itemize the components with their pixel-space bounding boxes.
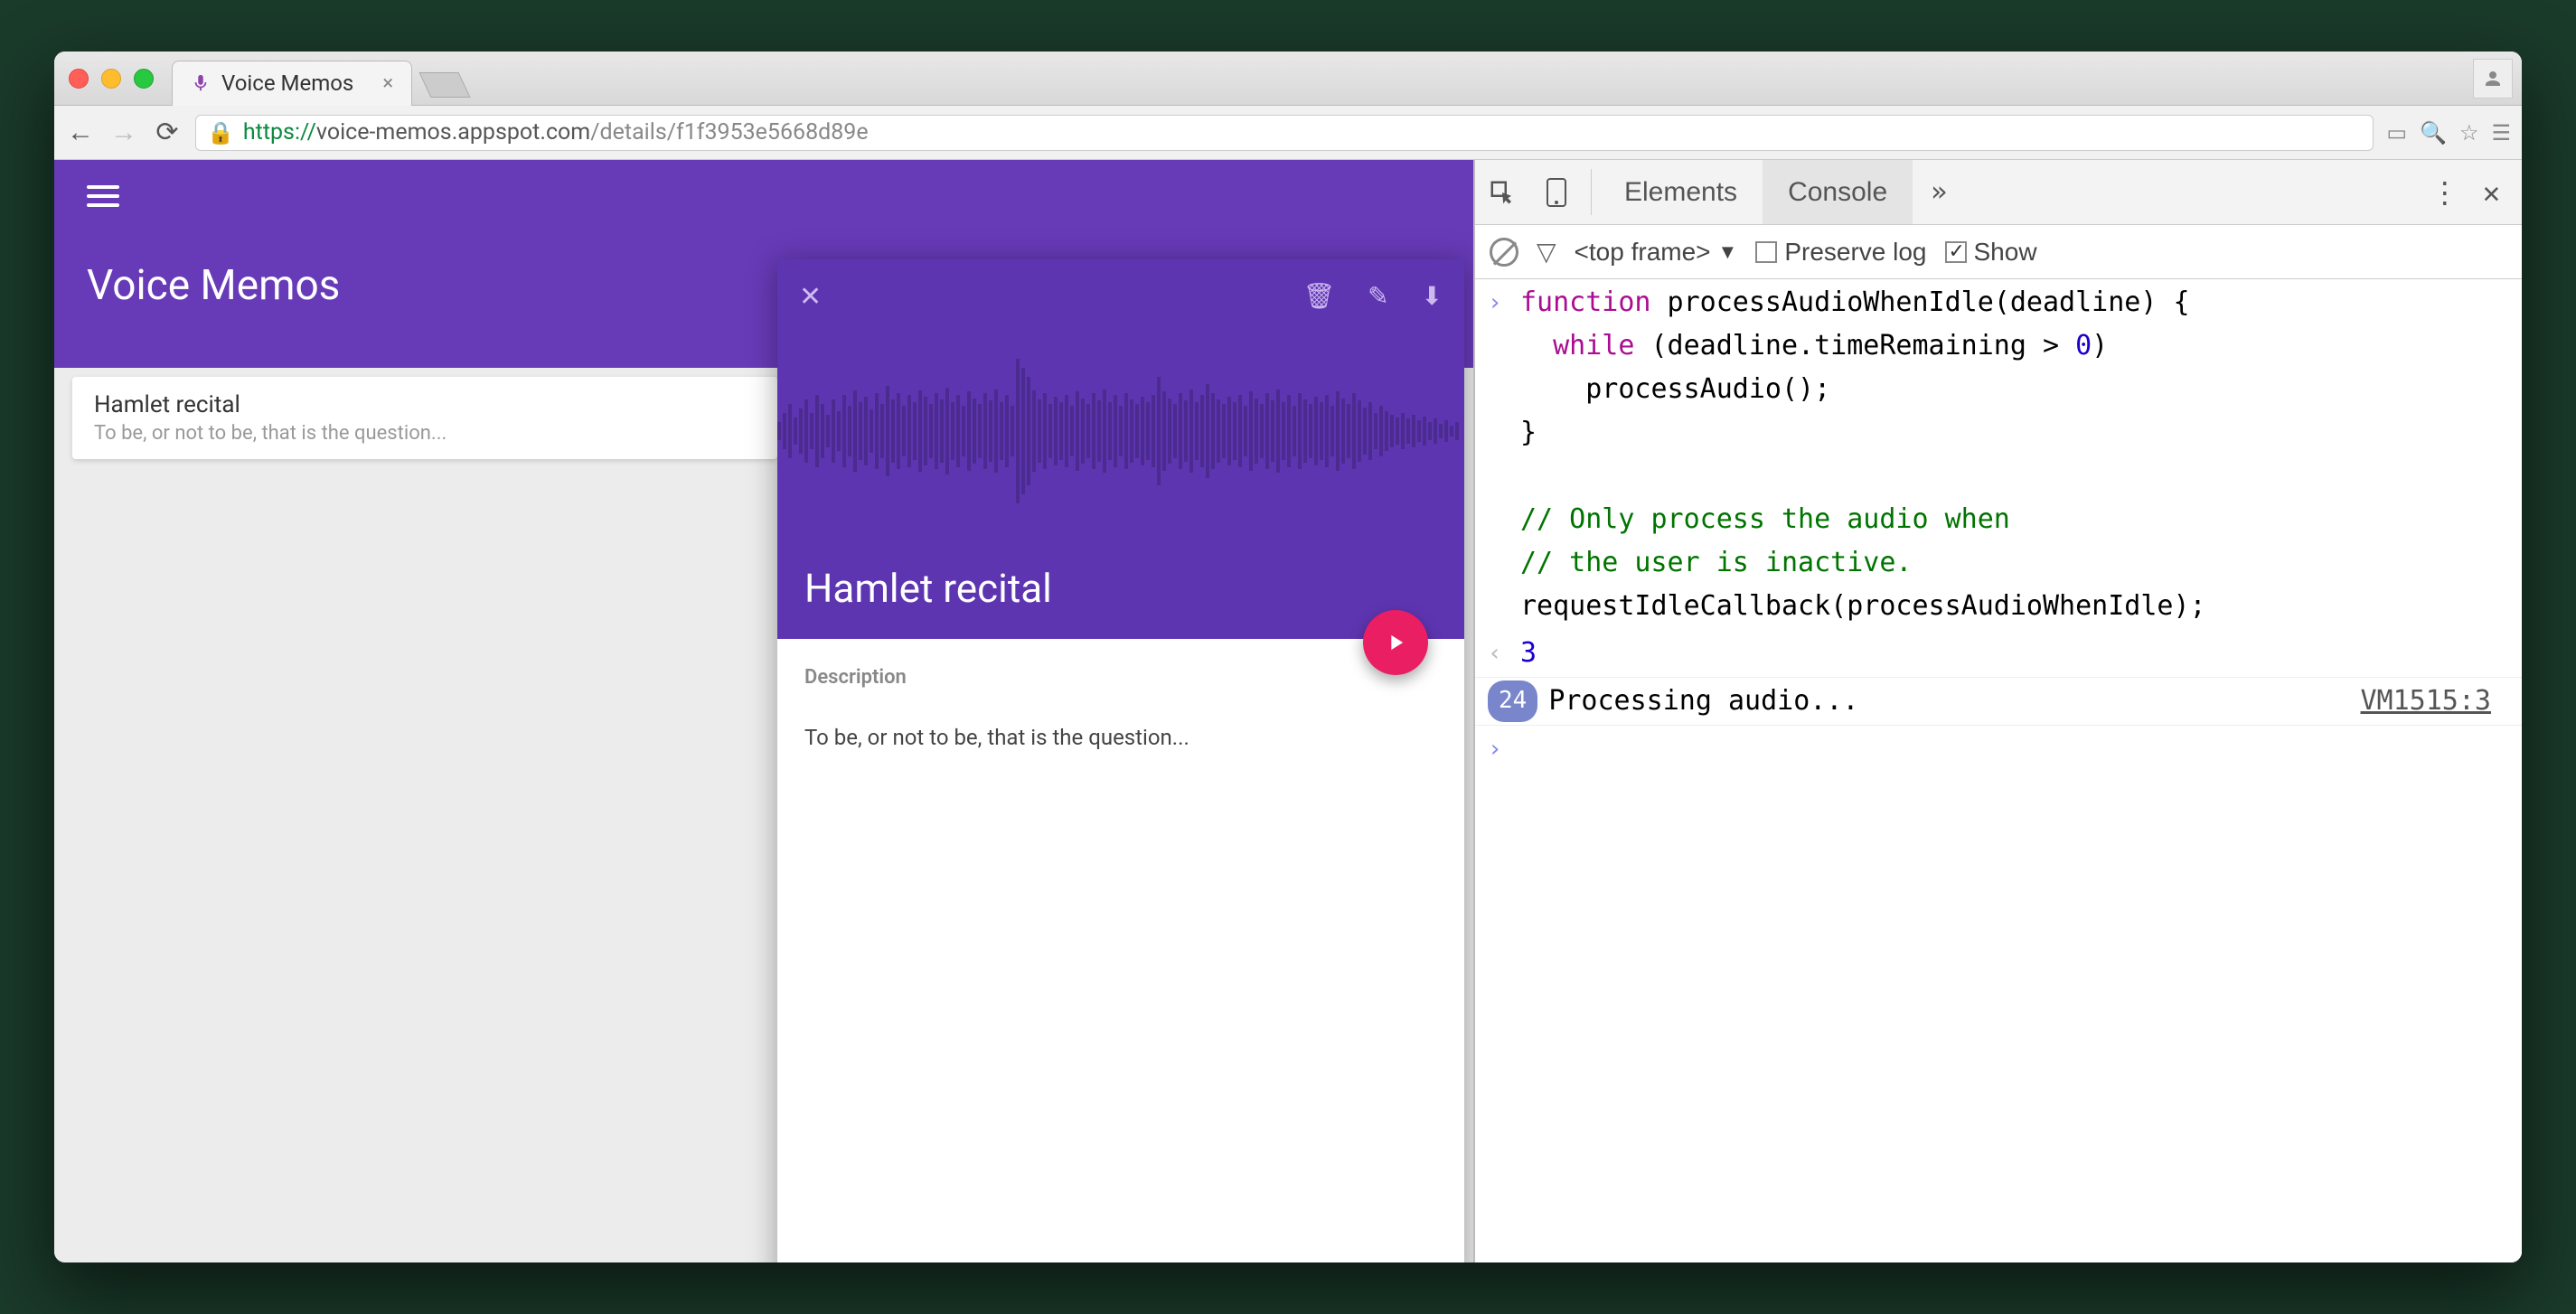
memo-list: Hamlet recital To be, or not to be, that… <box>72 377 777 459</box>
preserve-log-checkbox[interactable]: Preserve log <box>1755 238 1926 267</box>
hamburger-menu-icon[interactable] <box>87 185 119 207</box>
tab-console[interactable]: Console <box>1763 160 1913 224</box>
url-input[interactable]: 🔒 https://voice-memos.appspot.com/detail… <box>195 115 2374 151</box>
close-window-button[interactable] <box>69 69 89 89</box>
play-icon <box>1383 630 1408 655</box>
detail-title: Hamlet recital <box>804 565 1052 612</box>
back-button[interactable]: ← <box>65 117 96 148</box>
person-icon <box>2482 68 2504 89</box>
reload-button[interactable]: ⟳ <box>152 117 183 148</box>
inspect-element-icon[interactable] <box>1475 160 1529 224</box>
devtools-panel: Elements Console » ⋮ ✕ ▽ <top frame> ▼ P… <box>1473 160 2522 1262</box>
description-text: To be, or not to be, that is the questio… <box>804 725 1437 750</box>
edit-icon[interactable]: ✎ <box>1368 281 1388 311</box>
profile-button[interactable] <box>2473 59 2513 99</box>
titlebar: Voice Memos × <box>54 52 2522 106</box>
browser-window: Voice Memos × ← → ⟳ 🔒 https://voice-memo… <box>54 52 2522 1262</box>
console-input-row[interactable]: › function processAudioWhenIdle(deadline… <box>1475 279 2522 630</box>
memo-detail-card: ✕ 🗑 ✎ ⬇ Hamlet recital Description To be… <box>777 259 1464 1262</box>
voice-memos-app: Voice Memos Hamlet recital To be, or not… <box>54 160 1473 1262</box>
zoom-icon[interactable]: 🔍 <box>2420 120 2447 145</box>
device-toggle-icon[interactable] <box>1529 160 1584 224</box>
close-detail-icon[interactable]: ✕ <box>799 281 822 313</box>
return-value: 3 <box>1520 637 1537 669</box>
window-controls <box>69 69 154 89</box>
input-prompt-icon: › <box>1488 281 1520 628</box>
log-count-badge: 24 <box>1488 680 1537 722</box>
forward-button[interactable]: → <box>108 117 139 148</box>
console-output: › function processAudioWhenIdle(deadline… <box>1475 279 2522 1262</box>
detail-header: ✕ 🗑 ✎ ⬇ Hamlet recital <box>777 259 1464 639</box>
output-prompt-icon: ‹ <box>1488 632 1520 675</box>
close-tab-icon[interactable]: × <box>382 72 393 95</box>
play-button[interactable] <box>1363 610 1428 675</box>
devtools-menu-icon[interactable]: ⋮ <box>2430 175 2459 210</box>
frame-selector[interactable]: <top frame> ▼ <box>1575 238 1738 267</box>
detail-body: Description To be, or not to be, that is… <box>777 639 1464 777</box>
browser-tab[interactable]: Voice Memos × <box>172 61 412 106</box>
url-text: https://voice-memos.appspot.com/details/… <box>243 119 869 145</box>
devtools-tabs: Elements Console » ⋮ ✕ <box>1475 160 2522 225</box>
tabs-overflow[interactable]: » <box>1913 160 1965 224</box>
devtools-close-icon[interactable]: ✕ <box>2483 175 2500 210</box>
minimize-window-button[interactable] <box>101 69 121 89</box>
waveform <box>777 350 1464 512</box>
tab-title: Voice Memos <box>221 70 353 96</box>
clear-console-icon[interactable] <box>1490 238 1518 267</box>
filter-icon[interactable]: ▽ <box>1537 237 1556 267</box>
microphone-icon <box>191 73 211 93</box>
memo-title: Hamlet recital <box>94 391 756 418</box>
description-label: Description <box>804 666 1437 689</box>
memo-subtitle: To be, or not to be, that is the questio… <box>94 422 756 445</box>
code-block: function processAudioWhenIdle(deadline) … <box>1520 281 2206 628</box>
tab-elements[interactable]: Elements <box>1599 160 1763 224</box>
show-checkbox[interactable]: Show <box>1945 238 2037 267</box>
address-bar: ← → ⟳ 🔒 https://voice-memos.appspot.com/… <box>54 106 2522 160</box>
source-link[interactable]: VM1515:3 <box>2361 680 2510 723</box>
chevron-down-icon: ▼ <box>1718 240 1738 264</box>
bookmark-star-icon[interactable]: ☆ <box>2459 120 2479 145</box>
detail-actions: 🗑 ✎ ⬇ <box>1303 281 1443 311</box>
console-toolbar: ▽ <top frame> ▼ Preserve log Show <box>1475 225 2522 279</box>
lock-icon: 🔒 <box>207 120 234 145</box>
menu-icon[interactable]: ☰ <box>2491 120 2511 145</box>
maximize-window-button[interactable] <box>134 69 154 89</box>
console-return-row: ‹ 3 <box>1475 630 2522 678</box>
camera-icon[interactable]: ▭ <box>2386 120 2407 145</box>
console-prompt-row[interactable]: › <box>1475 726 2522 773</box>
new-tab-button[interactable] <box>419 72 471 98</box>
log-message: Processing audio... <box>1548 680 1858 723</box>
console-log-row: 24 Processing audio... VM1515:3 <box>1475 678 2522 726</box>
content-area: Voice Memos Hamlet recital To be, or not… <box>54 160 2522 1262</box>
delete-icon[interactable]: 🗑 <box>1303 281 1336 311</box>
input-prompt-icon: › <box>1488 727 1520 771</box>
memo-list-item[interactable]: Hamlet recital To be, or not to be, that… <box>72 377 777 459</box>
download-icon[interactable]: ⬇ <box>1422 281 1443 311</box>
